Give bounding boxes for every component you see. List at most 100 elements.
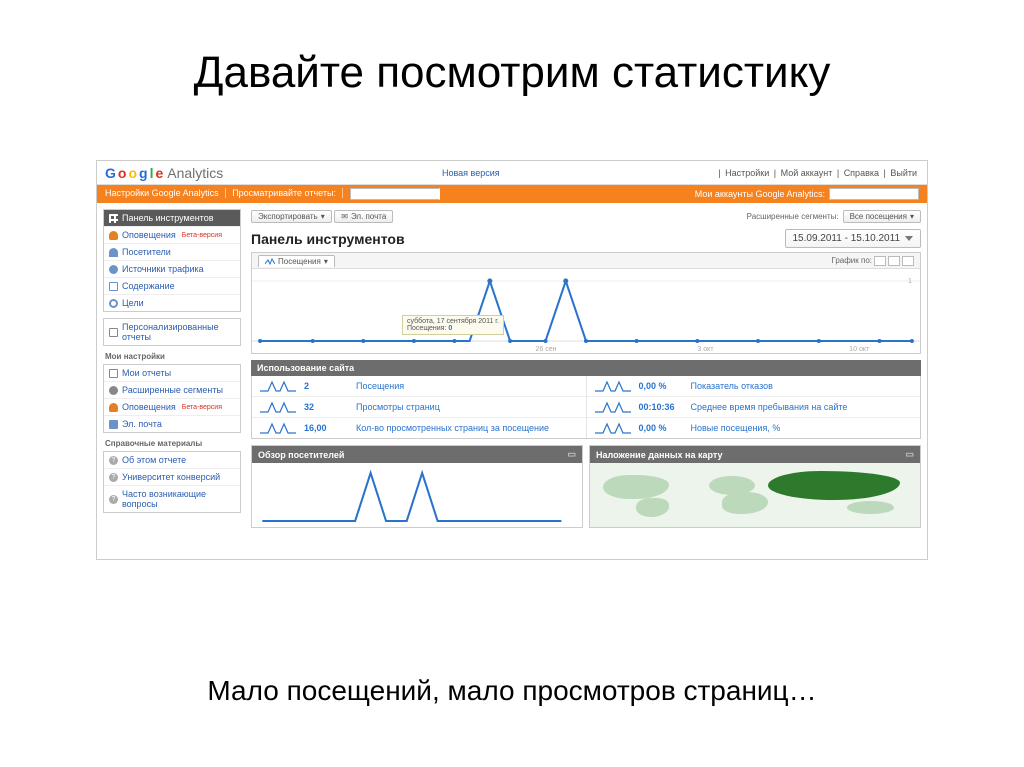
metric-label: Кол-во просмотренных страниц за посещени… <box>356 423 549 433</box>
ga-settings-link[interactable]: Настройки Google Analytics <box>105 188 226 198</box>
metric-label: Посещения <box>356 381 404 391</box>
metric-row[interactable]: 2 Посещения <box>252 376 586 397</box>
profile-dropdown[interactable] <box>350 188 440 200</box>
metric-value: 2 <box>304 381 350 391</box>
person-icon <box>109 248 118 257</box>
metric-label: Показатель отказов <box>691 381 773 391</box>
view-reports-label: Просматривайте отчеты: <box>232 188 343 198</box>
q-icon: ? <box>109 473 118 482</box>
sidebar-item[interactable]: Цели <box>104 295 240 311</box>
metric-row[interactable]: 0,00 %Новые посещения, % <box>587 418 921 438</box>
sidebar-item-label: Персонализированные отчеты <box>122 322 235 342</box>
target-icon <box>109 299 118 308</box>
sidebar-item-label: Оповещения <box>122 402 176 412</box>
sidebar-item[interactable]: ?Об этом отчете <box>104 452 240 469</box>
q-icon: ? <box>109 456 118 465</box>
sidebar-item-label: Цели <box>122 298 144 308</box>
metrics-grid: 2 Посещения 32 Просмотры страниц 16,00 Кол-во… <box>251 376 921 439</box>
slide-title: Давайте посмотрим статистику <box>0 0 1024 120</box>
view-month-icon[interactable] <box>902 256 914 266</box>
doc-icon <box>109 369 118 378</box>
chart-canvas[interactable]: 1 26 сен 3 окт 10 окт суббота, 17 сентяб… <box>252 269 920 353</box>
metric-label: Просмотры страниц <box>356 402 440 412</box>
metric-row[interactable]: 00:10:36Среднее время пребывания на сайт… <box>587 397 921 418</box>
settings-link[interactable]: Настройки <box>723 168 771 178</box>
beta-badge: Бета-версия <box>182 232 222 239</box>
sidebar-item[interactable]: ОповещенияБета-версия <box>104 399 240 416</box>
sidebar-item[interactable]: Расширенные сегменты <box>104 382 240 399</box>
analytics-screenshot: Google Analytics Новая версия | Настройк… <box>96 160 928 560</box>
sidebar-item-label: Посетители <box>122 247 171 257</box>
world-map[interactable] <box>590 463 920 527</box>
my-account-link[interactable]: Мой аккаунт <box>779 168 835 178</box>
sidebar-item-label: Университет конверсий <box>122 472 220 482</box>
panel-menu-icon[interactable]: ▭ <box>905 449 914 460</box>
sidebar-item[interactable]: Мои отчеты <box>104 365 240 382</box>
sparkline-icon <box>593 379 633 393</box>
svg-text:10 окт: 10 окт <box>849 346 870 353</box>
sidebar-item[interactable]: ? Часто возникающие вопросы <box>104 486 240 512</box>
top-links: | Настройки | Мой аккаунт | Справка | Вы… <box>718 168 919 178</box>
bell-icon <box>109 231 118 240</box>
new-version-link[interactable]: Новая версия <box>442 168 500 178</box>
sparkline-icon <box>258 379 298 393</box>
sparkline-icon <box>258 400 298 414</box>
sidebar-ref-title: Справочные материалы <box>103 439 241 451</box>
export-button[interactable]: Экспортировать ▾ <box>251 210 332 223</box>
email-button[interactable]: ✉ Эл. почта <box>334 210 393 223</box>
sidebar-item-label: Эл. почта <box>122 419 162 429</box>
sidebar-my-title: Мои настройки <box>103 352 241 364</box>
bell-icon <box>109 403 118 412</box>
sidebar-item-label: Мои отчеты <box>122 368 171 378</box>
chart-metric-tab[interactable]: Посещения ▾ <box>258 255 335 267</box>
sparkline-icon <box>258 421 298 435</box>
orange-bar: Настройки Google Analytics Просматривайт… <box>97 185 927 203</box>
sidebar-item[interactable]: Источники трафика <box>104 261 240 278</box>
panel-title: Панель инструментов <box>251 231 405 247</box>
svg-text:1: 1 <box>908 278 912 285</box>
view-week-icon[interactable] <box>888 256 900 266</box>
metric-value: 32 <box>304 402 350 412</box>
graphic-by-label: График по: <box>831 256 872 265</box>
visitors-overview-chart[interactable] <box>252 463 582 527</box>
segments-dropdown[interactable]: Все посещения ▾ <box>843 210 921 223</box>
sidebar-item-label: Оповещения <box>122 230 176 240</box>
metric-row[interactable]: 0,00 % Показатель отказов <box>587 376 921 397</box>
sidebar-item[interactable]: Персонализированные отчеты <box>104 319 240 345</box>
section-usage: Использование сайта <box>251 360 921 376</box>
chart-tooltip: суббота, 17 сентября 2011 г. Посещения: … <box>402 315 504 335</box>
sidebar-item[interactable]: Содержание <box>104 278 240 295</box>
metric-value: 00:10:36 <box>639 402 685 412</box>
sidebar-item[interactable]: Эл. почта <box>104 416 240 432</box>
date-range-picker[interactable]: 15.09.2011 - 15.10.2011 <box>785 229 922 248</box>
panel-menu-icon[interactable]: ▭ <box>567 449 576 460</box>
main-area: Экспортировать ▾ ✉ Эл. почта Расширенные… <box>247 203 927 559</box>
sparkline-icon <box>593 421 633 435</box>
map-overlay-panel: Наложение данных на карту▭ <box>589 445 921 528</box>
q-icon: ? <box>109 495 118 504</box>
metric-value: 0,00 % <box>639 381 685 391</box>
exit-link[interactable]: Выйти <box>888 168 919 178</box>
chevron-down-icon <box>905 236 913 241</box>
sidebar-nav-main: Панель инструментов Оповещения Бета-версия… <box>103 209 241 312</box>
help-link[interactable]: Справка <box>842 168 881 178</box>
grid-icon <box>109 214 118 223</box>
sidebar-item-label: Часто возникающие вопросы <box>122 489 235 509</box>
sidebar-item-label: Панель инструментов <box>122 213 214 223</box>
metric-value: 16,00 <box>304 423 350 433</box>
sidebar-item[interactable]: ? Университет конверсий <box>104 469 240 486</box>
sidebar-item[interactable]: Посетители <box>104 244 240 261</box>
sidebar-item[interactable]: Панель инструментов <box>104 210 240 227</box>
sidebar-item[interactable]: Оповещения Бета-версия <box>104 227 240 244</box>
metric-row[interactable]: 16,00 Кол-во просмотренных страниц за пос… <box>252 418 586 438</box>
svg-text:3 окт: 3 окт <box>697 346 714 353</box>
metric-row[interactable]: 32 Просмотры страниц <box>252 397 586 418</box>
sidebar-item-label: Расширенные сегменты <box>122 385 223 395</box>
sparkline-icon <box>593 400 633 414</box>
sidebar-nav-my: Мои отчеты Расширенные сегменты Оповещения… <box>103 364 241 433</box>
ga-logo: Google Analytics <box>105 165 223 181</box>
accounts-dropdown[interactable] <box>829 188 919 200</box>
xaxis-tick: 26 сен <box>535 346 556 353</box>
metric-value: 0,00 % <box>639 423 685 433</box>
view-day-icon[interactable] <box>874 256 886 266</box>
